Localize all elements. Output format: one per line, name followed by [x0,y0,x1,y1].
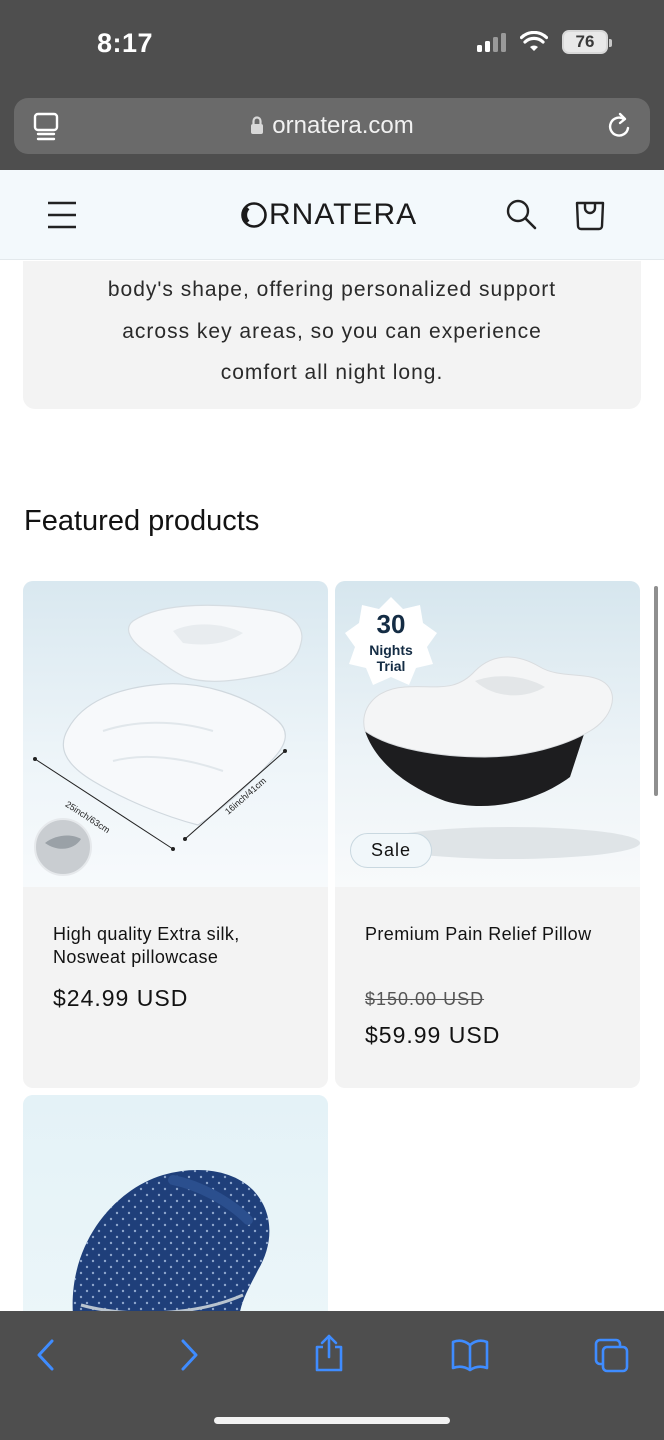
product-price-sale: $59.99 USD [365,1022,501,1048]
info-text-line: body's shape, offering personalized supp… [107,278,557,301]
info-card: body's shape, offering personalized supp… [23,261,641,409]
product-card-knee-pillow[interactable] [23,1095,328,1311]
address-bar[interactable]: ornatera.com [14,98,650,154]
sale-badge: Sale [350,833,433,868]
wifi-icon [520,31,548,51]
pillowcase-illustration [33,604,303,876]
info-text-line: comfort all night long. [220,361,444,384]
product-card-pillowcase[interactable]: 25inch/63cm 16inch/41cm High quality Ext… [23,581,328,1088]
url-display[interactable]: ornatera.com [14,112,650,140]
browser-top-chrome: 8:17 76 ornatera.com [0,0,664,170]
store-logo[interactable]: RNATERA [240,198,417,232]
product-price: $24.99 USD [53,985,189,1011]
product-card-pain-relief-pillow[interactable]: 30 Nights Trial Sale Premium Pain Relief… [335,581,640,1088]
reload-icon[interactable] [606,111,634,141]
back-icon[interactable] [34,1337,58,1373]
lock-icon [251,116,264,134]
bookmarks-icon[interactable] [450,1337,490,1373]
battery-icon: 76 [562,30,612,54]
tabs-icon[interactable] [593,1337,631,1375]
cart-icon[interactable] [574,197,606,231]
page-content[interactable]: body's shape, offering personalized supp… [0,261,664,1311]
trial-line: Nights [369,642,413,658]
product-title[interactable]: Premium Pain Relief Pillow [365,923,615,946]
scroll-indicator[interactable] [654,586,658,796]
battery-level: 76 [575,32,595,51]
product-price-original: $150.00 USD [365,989,485,1009]
search-icon[interactable] [505,198,537,232]
status-icons: 76 [477,30,612,54]
logo-text: RNATERA [269,198,418,231]
url-text: ornatera.com [272,112,414,139]
product-title[interactable]: High quality Extra silk, Nosweat pillowc… [53,923,303,969]
product-image[interactable] [23,1095,328,1311]
cellular-signal-icon [477,32,506,52]
share-icon[interactable] [313,1333,345,1373]
trial-badge: 30 Nights Trial [345,595,437,687]
status-time: 8:17 [97,28,154,58]
trial-number: 30 [376,609,406,639]
info-text-line: across key areas, so you can experience [122,320,542,343]
product-image[interactable]: 25inch/63cm 16inch/41cm [23,581,328,887]
logo-mark-icon [241,202,267,228]
home-indicator[interactable] [214,1417,450,1424]
knee-pillow-illustration [72,1170,270,1311]
store-header: RNATERA [0,170,664,260]
forward-icon[interactable] [177,1337,201,1373]
product-image[interactable]: 30 Nights Trial Sale [335,581,640,887]
hamburger-menu-icon[interactable] [46,200,78,230]
trial-line: Trial [376,658,406,674]
section-title: Featured products [24,505,260,537]
